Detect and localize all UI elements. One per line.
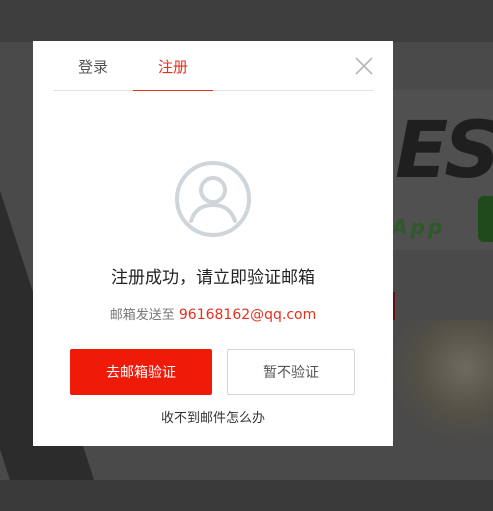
background-logo-accent [478, 196, 493, 242]
success-title: 注册成功，请立即验证邮箱 [111, 268, 315, 288]
page: ES App 登录 注册 注册成功，请立即验证邮箱 邮箱发送至 96168162… [0, 0, 493, 511]
tab-register[interactable]: 注册 [133, 41, 213, 91]
email-sent-prefix: 邮箱发送至 [109, 308, 179, 323]
skip-verify-button[interactable]: 暂不验证 [227, 349, 355, 395]
dialog-tabs: 登录 注册 [53, 41, 373, 91]
background-logo-text: ES [395, 106, 493, 196]
tab-login[interactable]: 登录 [53, 41, 133, 90]
email-not-received-link[interactable]: 收不到邮件怎么办 [33, 407, 393, 426]
background-logo-app: App [392, 215, 446, 239]
background-food-image [393, 320, 493, 440]
email-sent-line: 邮箱发送至 96168162@qq.com [33, 304, 393, 323]
user-avatar-icon [173, 159, 253, 239]
go-verify-email-button[interactable]: 去邮箱验证 [70, 349, 212, 395]
background-header [0, 0, 493, 42]
background-footer [0, 480, 493, 511]
close-icon[interactable] [353, 55, 375, 77]
register-success-dialog: 登录 注册 注册成功，请立即验证邮箱 邮箱发送至 96168162@qq.com… [33, 41, 393, 446]
email-address: 96168162@qq.com [178, 307, 317, 323]
